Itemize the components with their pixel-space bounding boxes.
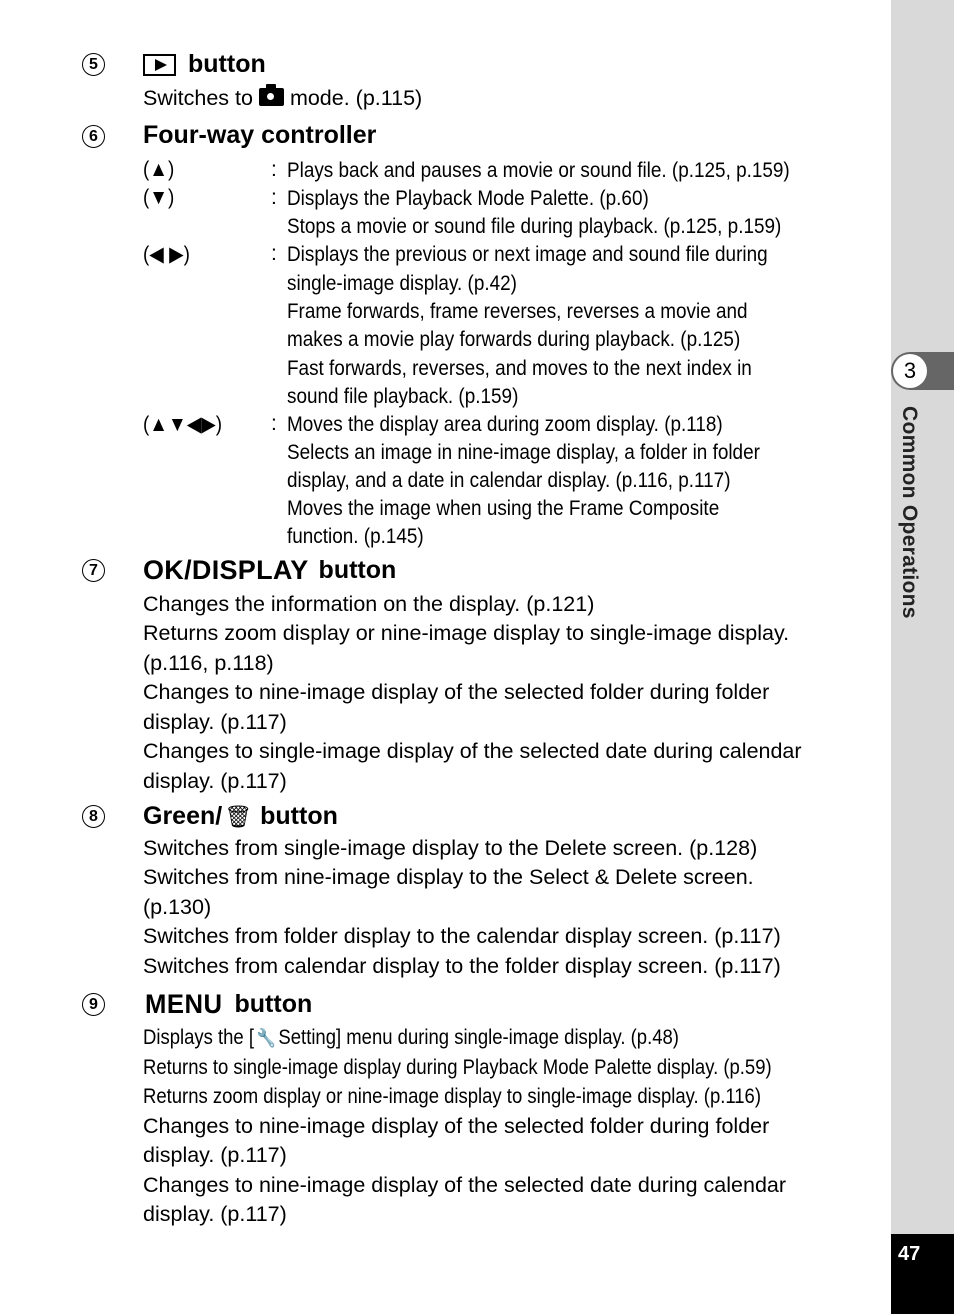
desc-line: Displays the Playback Mode Palette. (p.6… (287, 186, 649, 210)
desc-line: Moves the image when using the Frame Com… (287, 496, 720, 520)
colon: : (271, 158, 277, 181)
section-number-9: 9 (82, 993, 105, 1016)
body-line: (p.116, p.118) (143, 651, 274, 675)
section-heading-6: Four-way controller (143, 121, 377, 149)
body-line: Switches from folder display to the cale… (143, 924, 781, 948)
key-up: (▲) (143, 158, 175, 181)
chapter-title: Common Operations (895, 406, 923, 656)
body-line: Returns zoom display or nine-image displ… (143, 621, 790, 645)
desc-line: Moves the display area during zoom displ… (287, 412, 723, 436)
playback-icon (143, 53, 176, 76)
menu-label: MENU (145, 989, 223, 1019)
body-line: display. (p.117) (143, 1143, 287, 1167)
desc-line: Stops a movie or sound file during playb… (287, 214, 782, 238)
body-line: Changes to nine-image display of the sel… (143, 1173, 787, 1197)
text: Displays the [ (143, 1025, 254, 1049)
section-number-5: 5 (82, 53, 105, 76)
body-line: Returns zoom display or nine-image displ… (143, 1084, 762, 1108)
body-line: (p.130) (143, 895, 212, 919)
desc-line: Fast forwards, reverses, and moves to th… (287, 356, 752, 380)
colon: : (271, 412, 277, 435)
body-line: Changes the information on the display. … (143, 592, 595, 616)
page-number: 47 (898, 1243, 921, 1265)
ok-display-label: OK/DISPLAY (143, 555, 309, 585)
body-line: display. (p.117) (143, 1202, 287, 1226)
section-number-7: 7 (82, 559, 105, 582)
body-line: Switches from calendar display to the fo… (143, 954, 781, 978)
section-heading-9: MENU button (143, 989, 312, 1020)
trash-icon: 🗑 (224, 803, 253, 829)
section-heading-8: Green/ 🗑 button (143, 802, 338, 831)
text: mode. (p.115) (289, 86, 423, 110)
desc-line: Displays the previous or next image and … (287, 242, 768, 266)
body-line: Changes to nine-image display of the sel… (143, 680, 770, 704)
colon: : (271, 186, 277, 209)
heading-text: button (188, 50, 266, 78)
text: Switches to (143, 86, 253, 110)
section-heading-7: OK/DISPLAY button (143, 555, 396, 586)
section-5-line: Switches to mode. (p.115) (143, 84, 423, 110)
desc-line: single-image display. (p.42) (287, 271, 517, 295)
desc-line: function. (p.145) (287, 524, 424, 548)
body-line: Switches from single-image display to th… (143, 836, 758, 860)
desc-line: Frame forwards, frame reverses, reverses… (287, 299, 748, 323)
camera-icon (258, 84, 284, 106)
heading-text: button (318, 556, 397, 584)
green-label: Green/ (143, 802, 223, 830)
chapter-number: 3 (893, 354, 927, 388)
heading-text: button (234, 990, 313, 1018)
colon: : (271, 242, 277, 265)
desc-line: Selects an image in nine-image display, … (287, 440, 760, 464)
body-line: Displays the [🔧 Setting] menu during sing… (143, 1025, 679, 1049)
key-left-right: (◀ ▶) (143, 243, 190, 266)
body-line: display. (p.117) (143, 710, 287, 734)
section-number-6: 6 (82, 125, 105, 148)
body-line: Returns to single-image display during P… (143, 1055, 772, 1079)
body-line: Switches from nine-image display to the … (143, 865, 754, 889)
body-line: Changes to single-image display of the s… (143, 739, 802, 763)
section-number-8: 8 (82, 805, 105, 828)
section-heading-5: button (143, 50, 266, 79)
chapter-sidebar (891, 0, 954, 1314)
desc-line: sound file playback. (p.159) (287, 384, 519, 408)
body-line: display. (p.117) (143, 769, 287, 793)
desc-line: makes a movie play forwards during playb… (287, 327, 741, 351)
chapter-title-text: Common Operations (898, 406, 921, 619)
key-all-directions: (▲▼◀▶) (143, 413, 223, 436)
key-down: (▼) (143, 186, 175, 209)
desc-line: display, and a date in calendar display.… (287, 468, 731, 492)
wrench-icon: 🔧 (256, 1028, 276, 1048)
text: Setting] menu during single-image displa… (278, 1025, 679, 1049)
body-line: Changes to nine-image display of the sel… (143, 1114, 770, 1138)
heading-text: button (260, 802, 338, 830)
desc-line: Plays back and pauses a movie or sound f… (287, 158, 790, 182)
